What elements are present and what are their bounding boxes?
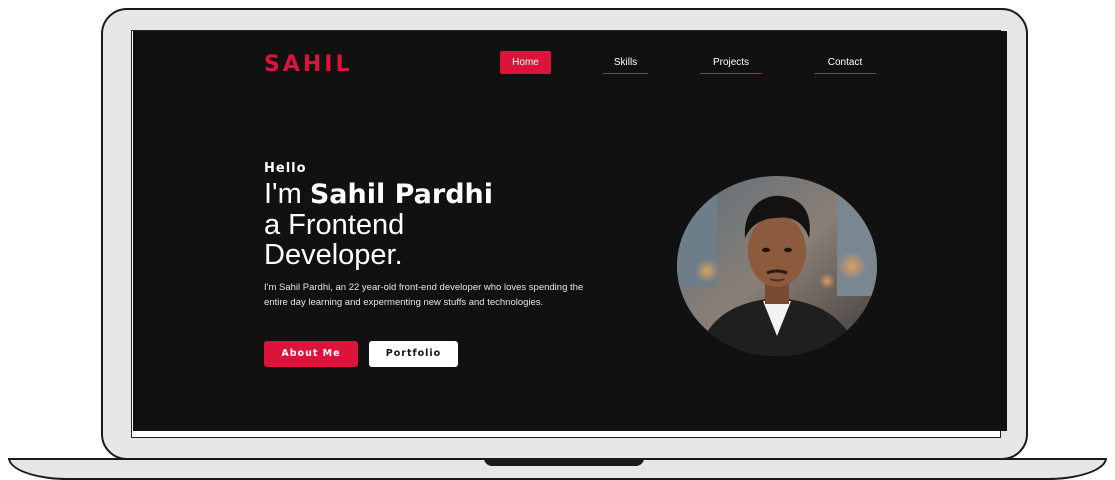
headline-line-3: Developer. <box>264 239 403 271</box>
website-screen: SAHIL Home Skills Projects Contact Hello… <box>133 31 1007 431</box>
nav-projects[interactable]: Projects <box>700 51 762 74</box>
portfolio-button[interactable]: Portfolio <box>369 341 458 367</box>
hero-headline: I'm Sahil Pardhi a Frontend Developer. <box>264 179 624 270</box>
site-logo[interactable]: SAHIL <box>264 52 353 77</box>
headline-prefix: I'm <box>264 178 310 210</box>
laptop-notch <box>484 458 644 466</box>
headline-line-2: a Frontend <box>264 209 405 241</box>
nav-home[interactable]: Home <box>500 51 551 74</box>
nav-skills[interactable]: Skills <box>603 51 648 74</box>
hero-bio: I'm Sahil Pardhi, an 22 year-old front-e… <box>264 282 584 308</box>
about-me-button[interactable]: About Me <box>264 341 358 367</box>
hero-greeting: Hello <box>264 161 307 176</box>
nav-contact[interactable]: Contact <box>814 51 876 74</box>
headline-name: Sahil Pardhi <box>309 179 494 210</box>
profile-avatar <box>677 176 877 356</box>
